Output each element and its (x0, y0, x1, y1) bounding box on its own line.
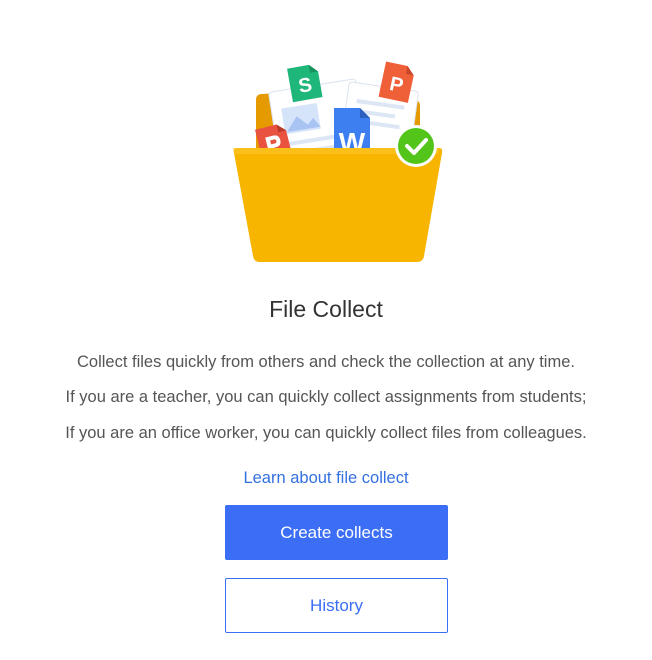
folder-collect-icon: S P W (233, 61, 443, 262)
learn-more-link[interactable]: Learn about file collect (0, 469, 652, 488)
page-title: File Collect (269, 296, 383, 322)
description-line: Collect files quickly from others and ch… (77, 353, 575, 371)
file-collect-page: S P W File Collect Collect files quickly… (0, 0, 652, 660)
check-icon (395, 125, 437, 167)
create-collects-button[interactable]: Create collects (225, 505, 448, 560)
description-line: If you are a teacher, you can quickly co… (65, 388, 587, 406)
history-button[interactable]: History (225, 578, 448, 633)
description-line: If you are an office worker, you can qui… (65, 424, 587, 442)
sheet-file-icon: S (287, 64, 323, 103)
